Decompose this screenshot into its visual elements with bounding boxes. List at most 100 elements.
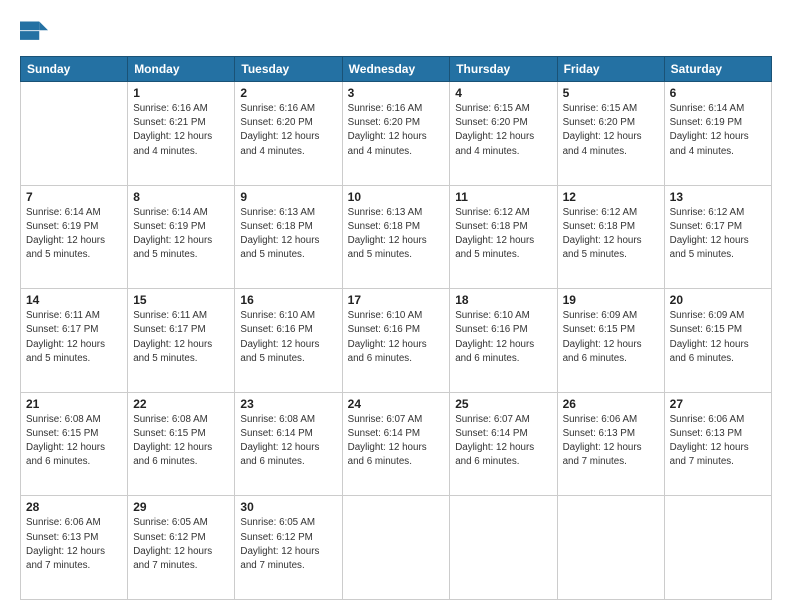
day-number: 2 [240, 86, 336, 100]
calendar-week-row: 21 Sunrise: 6:08 AMSunset: 6:15 PMDayligh… [21, 392, 772, 496]
calendar-cell: 5 Sunrise: 6:15 AMSunset: 6:20 PMDaylight… [557, 82, 664, 186]
day-number: 3 [348, 86, 445, 100]
day-number: 6 [670, 86, 766, 100]
calendar-cell: 9 Sunrise: 6:13 AMSunset: 6:18 PMDaylight… [235, 185, 342, 289]
day-number: 15 [133, 293, 229, 307]
day-number: 21 [26, 397, 122, 411]
day-number: 17 [348, 293, 445, 307]
day-info: Sunrise: 6:10 AMSunset: 6:16 PMDaylight:… [455, 309, 551, 366]
day-number: 18 [455, 293, 551, 307]
calendar-cell: 18 Sunrise: 6:10 AMSunset: 6:16 PMDayligh… [450, 289, 557, 393]
calendar-cell: 15 Sunrise: 6:11 AMSunset: 6:17 PMDayligh… [128, 289, 235, 393]
calendar-week-row: 7Sunrise: 6:14 AMSunset: 6:19 PMDaylight… [21, 185, 772, 289]
calendar-cell: 4 Sunrise: 6:15 AMSunset: 6:20 PMDaylight… [450, 82, 557, 186]
day-info: Sunrise: 6:14 AMSunset: 6:19 PMDaylight:… [133, 206, 229, 263]
calendar-cell: 24 Sunrise: 6:07 AMSunset: 6:14 PMDayligh… [342, 392, 450, 496]
calendar-cell: 13 Sunrise: 6:12 AMSunset: 6:17 PMDayligh… [664, 185, 771, 289]
day-number: 9 [240, 190, 336, 204]
header [20, 18, 772, 46]
day-number: 19 [563, 293, 659, 307]
day-info: Sunrise: 6:15 AMSunset: 6:20 PMDaylight:… [455, 102, 551, 159]
day-number: 20 [670, 293, 766, 307]
logo [20, 18, 52, 46]
day-info: Sunrise: 6:12 AMSunset: 6:18 PMDaylight:… [563, 206, 659, 263]
day-info: Sunrise: 6:10 AMSunset: 6:16 PMDaylight:… [240, 309, 336, 366]
day-number: 23 [240, 397, 336, 411]
weekday-header: Sunday [21, 57, 128, 82]
day-number: 22 [133, 397, 229, 411]
calendar-cell: 27Sunrise: 6:06 AMSunset: 6:13 PMDayligh… [664, 392, 771, 496]
day-number: 29 [133, 500, 229, 514]
day-number: 1 [133, 86, 229, 100]
calendar-cell: 19 Sunrise: 6:09 AMSunset: 6:15 PMDayligh… [557, 289, 664, 393]
calendar-cell: 21 Sunrise: 6:08 AMSunset: 6:15 PMDayligh… [21, 392, 128, 496]
day-number: 30 [240, 500, 336, 514]
calendar-cell: 7Sunrise: 6:14 AMSunset: 6:19 PMDaylight… [21, 185, 128, 289]
day-info: Sunrise: 6:16 AMSunset: 6:20 PMDaylight:… [240, 102, 336, 159]
day-info: Sunrise: 6:16 AMSunset: 6:20 PMDaylight:… [348, 102, 445, 159]
day-info: Sunrise: 6:06 AMSunset: 6:13 PMDaylight:… [563, 413, 659, 470]
calendar-cell: 17 Sunrise: 6:10 AMSunset: 6:16 PMDayligh… [342, 289, 450, 393]
calendar-cell: 10Sunrise: 6:13 AMSunset: 6:18 PMDayligh… [342, 185, 450, 289]
day-info: Sunrise: 6:07 AMSunset: 6:14 PMDaylight:… [348, 413, 445, 470]
day-number: 13 [670, 190, 766, 204]
calendar-cell: 1 Sunrise: 6:16 AMSunset: 6:21 PMDaylight… [128, 82, 235, 186]
day-number: 8 [133, 190, 229, 204]
calendar-cell: 2 Sunrise: 6:16 AMSunset: 6:20 PMDaylight… [235, 82, 342, 186]
calendar-cell: 6Sunrise: 6:14 AMSunset: 6:19 PMDaylight… [664, 82, 771, 186]
weekday-header: Saturday [664, 57, 771, 82]
weekday-header: Friday [557, 57, 664, 82]
calendar-week-row: 14 Sunrise: 6:11 AMSunset: 6:17 PMDayligh… [21, 289, 772, 393]
day-info: Sunrise: 6:08 AMSunset: 6:14 PMDaylight:… [240, 413, 336, 470]
logo-icon [20, 18, 48, 46]
calendar-cell: 8 Sunrise: 6:14 AMSunset: 6:19 PMDaylight… [128, 185, 235, 289]
day-number: 25 [455, 397, 551, 411]
day-info: Sunrise: 6:09 AMSunset: 6:15 PMDaylight:… [670, 309, 766, 366]
day-number: 16 [240, 293, 336, 307]
calendar-cell: 20 Sunrise: 6:09 AMSunset: 6:15 PMDayligh… [664, 289, 771, 393]
weekday-header: Wednesday [342, 57, 450, 82]
calendar-cell [664, 496, 771, 600]
page: SundayMondayTuesdayWednesdayThursdayFrid… [0, 0, 792, 612]
day-info: Sunrise: 6:08 AMSunset: 6:15 PMDaylight:… [26, 413, 122, 470]
calendar-cell: 3 Sunrise: 6:16 AMSunset: 6:20 PMDaylight… [342, 82, 450, 186]
calendar-week-row: 28 Sunrise: 6:06 AMSunset: 6:13 PMDayligh… [21, 496, 772, 600]
day-info: Sunrise: 6:15 AMSunset: 6:20 PMDaylight:… [563, 102, 659, 159]
day-info: Sunrise: 6:05 AMSunset: 6:12 PMDaylight:… [133, 516, 229, 573]
day-info: Sunrise: 6:16 AMSunset: 6:21 PMDaylight:… [133, 102, 229, 159]
calendar-cell: 14 Sunrise: 6:11 AMSunset: 6:17 PMDayligh… [21, 289, 128, 393]
day-info: Sunrise: 6:05 AMSunset: 6:12 PMDaylight:… [240, 516, 336, 573]
day-number: 10 [348, 190, 445, 204]
day-number: 24 [348, 397, 445, 411]
calendar-cell: 22 Sunrise: 6:08 AMSunset: 6:15 PMDayligh… [128, 392, 235, 496]
day-info: Sunrise: 6:12 AMSunset: 6:17 PMDaylight:… [670, 206, 766, 263]
day-number: 4 [455, 86, 551, 100]
calendar-cell [342, 496, 450, 600]
day-number: 11 [455, 190, 551, 204]
calendar-cell [557, 496, 664, 600]
day-info: Sunrise: 6:06 AMSunset: 6:13 PMDaylight:… [26, 516, 122, 573]
weekday-header: Monday [128, 57, 235, 82]
calendar-cell: 30 Sunrise: 6:05 AMSunset: 6:12 PMDayligh… [235, 496, 342, 600]
day-info: Sunrise: 6:09 AMSunset: 6:15 PMDaylight:… [563, 309, 659, 366]
day-number: 5 [563, 86, 659, 100]
day-number: 28 [26, 500, 122, 514]
calendar-table: SundayMondayTuesdayWednesdayThursdayFrid… [20, 56, 772, 600]
day-info: Sunrise: 6:06 AMSunset: 6:13 PMDaylight:… [670, 413, 766, 470]
calendar-cell [21, 82, 128, 186]
day-info: Sunrise: 6:07 AMSunset: 6:14 PMDaylight:… [455, 413, 551, 470]
calendar-cell: 26 Sunrise: 6:06 AMSunset: 6:13 PMDayligh… [557, 392, 664, 496]
calendar-cell [450, 496, 557, 600]
day-number: 12 [563, 190, 659, 204]
day-info: Sunrise: 6:11 AMSunset: 6:17 PMDaylight:… [133, 309, 229, 366]
day-info: Sunrise: 6:08 AMSunset: 6:15 PMDaylight:… [133, 413, 229, 470]
calendar-cell: 29 Sunrise: 6:05 AMSunset: 6:12 PMDayligh… [128, 496, 235, 600]
calendar-cell: 11Sunrise: 6:12 AMSunset: 6:18 PMDayligh… [450, 185, 557, 289]
day-info: Sunrise: 6:13 AMSunset: 6:18 PMDaylight:… [240, 206, 336, 263]
day-number: 14 [26, 293, 122, 307]
day-info: Sunrise: 6:10 AMSunset: 6:16 PMDaylight:… [348, 309, 445, 366]
day-info: Sunrise: 6:11 AMSunset: 6:17 PMDaylight:… [26, 309, 122, 366]
calendar-week-row: 1 Sunrise: 6:16 AMSunset: 6:21 PMDaylight… [21, 82, 772, 186]
day-number: 26 [563, 397, 659, 411]
calendar-cell: 23 Sunrise: 6:08 AMSunset: 6:14 PMDayligh… [235, 392, 342, 496]
